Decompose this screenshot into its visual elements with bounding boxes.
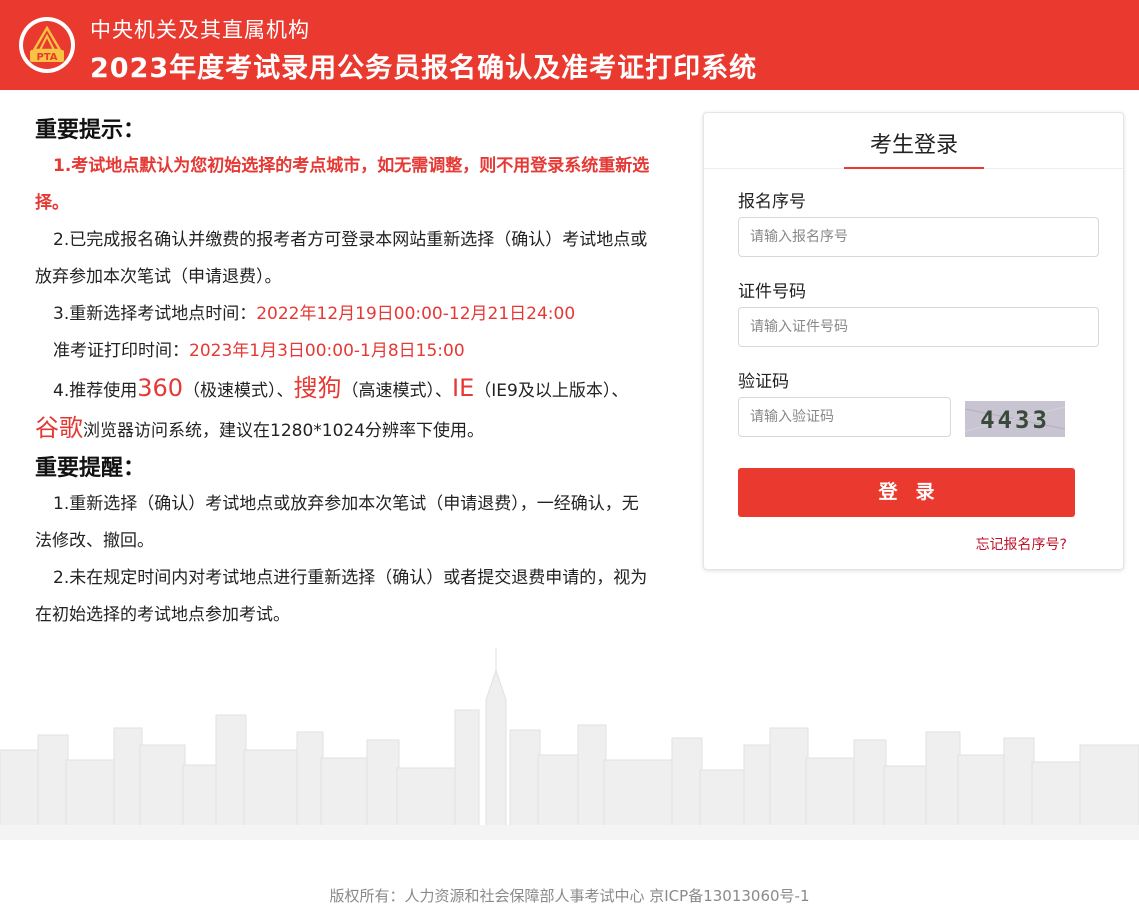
header-subtitle: 中央机关及其直属机构 [90, 18, 310, 42]
footer-copyright: 版权所有：人力资源和社会保障部人事考试中心 京ICP备13013060号-1 [329, 887, 810, 905]
login-tab-row: 考生登录 [704, 113, 1123, 169]
notice-item-4-a: 4.推荐使用 [53, 381, 138, 401]
notice-item-2: 2.已完成报名确认并缴费的报考者方可登录本网站重新选择（确认）考试地点或放弃参加… [35, 230, 648, 287]
header-bar: PTA 中央机关及其直属机构 2023年度考试录用公务员报名确认及准考证打印系统 [0, 0, 1139, 90]
browser-ie: IE [452, 374, 475, 402]
reminder-item-1: 1.重新选择（确认）考试地点或放弃参加本次笔试（申请退费），一经确认，无法修改、… [35, 494, 639, 551]
login-button[interactable]: 登录 [738, 468, 1075, 517]
notice-item-4-i: 浏览器访问系统，建议在1280*1024分辨率下使用。 [83, 421, 485, 441]
id-number-input[interactable]: 请输入证件号码 [738, 307, 1099, 347]
notice-heading-reminder: 重要提醒： [35, 456, 146, 481]
reg-number-input[interactable]: 请输入报名序号 [738, 217, 1099, 257]
notice-item-3-time: 2022年12月19日00:00-12月21日24:00 [256, 304, 576, 324]
forgot-reg-number-link[interactable]: 忘记报名序号? [976, 534, 1067, 554]
svg-text:PTA: PTA [36, 52, 57, 63]
pta-logo-icon: PTA [19, 17, 75, 73]
captcha-image[interactable]: 4433 [965, 401, 1065, 437]
captcha-label: 验证码 [738, 372, 789, 392]
reminder-item-2: 2.未在规定时间内对考试地点进行重新选择（确认）或者提交退费申请的，视为在初始选… [35, 568, 648, 625]
notice-item-4-c: （极速模式）、 [183, 381, 294, 401]
notice-item-3: 3.重新选择考试地点时间：2022年12月19日00:00-12月21日24:0… [35, 296, 650, 333]
browser-chrome: 谷歌 [35, 414, 83, 442]
notice-item-3b-prefix: 准考证打印时间： [53, 341, 189, 361]
header-title: 2023年度考试录用公务员报名确认及准考证打印系统 [90, 53, 758, 84]
notice-heading-important: 重要提示： [35, 118, 146, 143]
notice-item-4: 4.推荐使用360（极速模式）、搜狗（高速模式）、IE（IE9及以上版本）、谷歌… [35, 370, 650, 450]
reg-number-label: 报名序号 [738, 192, 806, 212]
svg-text:4433: 4433 [980, 406, 1050, 434]
captcha-input[interactable]: 请输入验证码 [738, 397, 951, 437]
tab-candidate-login[interactable]: 考生登录 [844, 113, 984, 169]
notice-item-1: 1.考试地点默认为您初始选择的考点城市，如无需调整，则不用登录系统重新选择。 [35, 156, 650, 213]
notice-item-4-e: （高速模式）、 [341, 381, 453, 401]
login-card: 考生登录 报名序号 请输入报名序号 证件号码 请输入证件号码 验证码 请输入验证… [703, 112, 1124, 570]
browser-360: 360 [137, 374, 184, 402]
city-skyline-image [0, 648, 1139, 840]
notice-item-3-prefix: 3.重新选择考试地点时间： [53, 304, 257, 324]
notice-item-3b-time: 2023年1月3日00:00-1月8日15:00 [189, 341, 465, 361]
id-number-label: 证件号码 [738, 282, 806, 302]
notice-item-4-g: （IE9及以上版本）、 [474, 381, 629, 401]
notice-panel: 重要提示： 1.考试地点默认为您初始选择的考点城市，如无需调整，则不用登录系统重… [35, 112, 650, 634]
browser-sogou: 搜狗 [293, 374, 342, 402]
notice-item-3b: 准考证打印时间：2023年1月3日00:00-1月8日15:00 [35, 333, 650, 370]
